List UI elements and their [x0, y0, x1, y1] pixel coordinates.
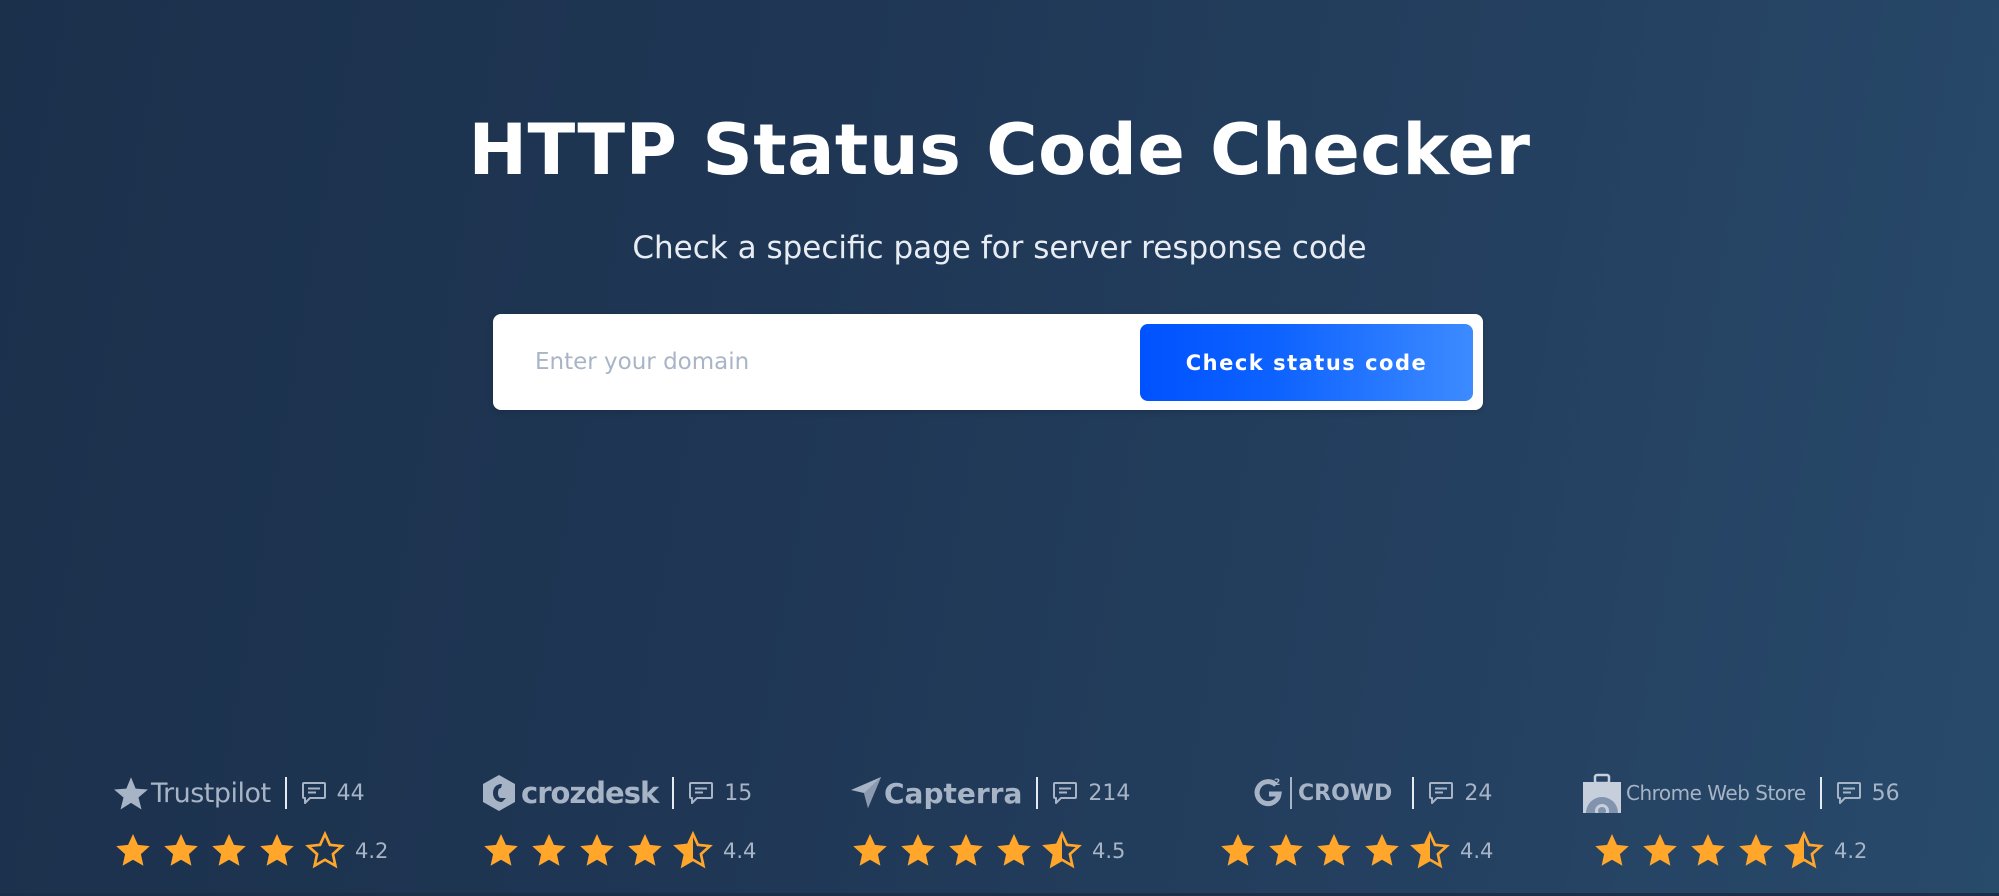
- g2-logo-icon: 2: [1254, 778, 1282, 807]
- star-full-icon: [164, 834, 198, 866]
- platform-name: Chrome Web Store: [1626, 781, 1806, 805]
- star-empty-icon: [305, 831, 345, 869]
- platform-name: CROWD: [1298, 780, 1393, 806]
- star-full-icon: [1739, 834, 1773, 866]
- trustpilot-logo: Trustpilot: [113, 775, 271, 811]
- star-full-icon: [484, 834, 518, 866]
- comment-icon: [1836, 782, 1861, 804]
- g2-crowd-logo: 2 CROWD: [1254, 776, 1392, 810]
- star-full-icon: [116, 834, 150, 866]
- comment-icon: [1429, 782, 1454, 804]
- star-full-icon: [1595, 834, 1629, 866]
- star-half-icon: [1042, 831, 1082, 869]
- star-full-icon: [628, 834, 662, 866]
- star-rating: 4.2: [113, 828, 388, 874]
- review-count: 214: [1088, 780, 1131, 806]
- comment-icon: [301, 782, 326, 804]
- star-full-icon: [532, 834, 566, 866]
- star-full-icon: [1691, 834, 1725, 866]
- chrome-web-store-logo: Chrome Web Store: [1582, 773, 1806, 813]
- rating-value: 4.2: [355, 839, 389, 863]
- star-full-icon: [1221, 834, 1255, 866]
- review-count: 24: [1464, 780, 1493, 806]
- review-ratings-bar: Trustpilot 44 4.2 crozdesk 15 4.4 Capter…: [0, 760, 1999, 880]
- capterra-arrow-icon: [851, 777, 881, 808]
- review-count: 44: [336, 780, 365, 806]
- review-count: 15: [724, 780, 753, 806]
- rating-value: 4.2: [1834, 839, 1868, 863]
- trustpilot-star-icon: [114, 777, 148, 810]
- logo-separator: [1290, 777, 1292, 809]
- platform-name: Capterra: [884, 776, 1023, 810]
- star-full-icon: [1317, 834, 1351, 866]
- capterra-logo: Capterra: [850, 776, 1022, 810]
- star-rating: 4.2: [1592, 828, 1867, 874]
- star-full-icon: [853, 834, 887, 866]
- star-full-icon: [212, 834, 246, 866]
- star-full-icon: [580, 834, 614, 866]
- star-rating: 4.4: [481, 828, 756, 874]
- review-count: 56: [1871, 780, 1900, 806]
- crozdesk-logo: crozdesk: [481, 774, 659, 812]
- rating-value: 4.4: [723, 839, 757, 863]
- divider: [1036, 777, 1039, 809]
- platform-name: Trustpilot: [151, 777, 271, 809]
- page-subtitle: Check a specific page for server respons…: [632, 230, 1367, 266]
- star-full-icon: [901, 834, 935, 866]
- rating-value: 4.4: [1460, 839, 1494, 863]
- star-half-icon: [1784, 831, 1824, 869]
- star-full-icon: [1643, 834, 1677, 866]
- divider: [284, 777, 287, 809]
- chrome-web-store-icon: [1583, 773, 1621, 813]
- star-full-icon: [1269, 834, 1303, 866]
- comment-icon: [1053, 782, 1078, 804]
- svg-text:2: 2: [1274, 778, 1280, 788]
- star-full-icon: [1365, 834, 1399, 866]
- rating-value: 4.5: [1092, 839, 1126, 863]
- star-full-icon: [997, 834, 1031, 866]
- platform-name: crozdesk: [521, 776, 659, 810]
- star-half-icon: [1410, 831, 1450, 869]
- star-full-icon: [260, 834, 294, 866]
- page-title: HTTP Status Code Checker: [468, 109, 1531, 191]
- star-rating: 4.5: [850, 828, 1125, 874]
- divider: [1412, 777, 1415, 809]
- star-rating: 4.4: [1218, 828, 1493, 874]
- star-full-icon: [949, 834, 983, 866]
- divider: [1819, 777, 1822, 809]
- domain-search-form: Check status code: [493, 314, 1483, 410]
- star-half-icon: [673, 831, 713, 869]
- crozdesk-logo-icon: [483, 775, 515, 811]
- check-status-code-button[interactable]: Check status code: [1140, 324, 1473, 401]
- domain-input[interactable]: [523, 330, 1123, 394]
- comment-icon: [689, 782, 714, 804]
- divider: [672, 777, 675, 809]
